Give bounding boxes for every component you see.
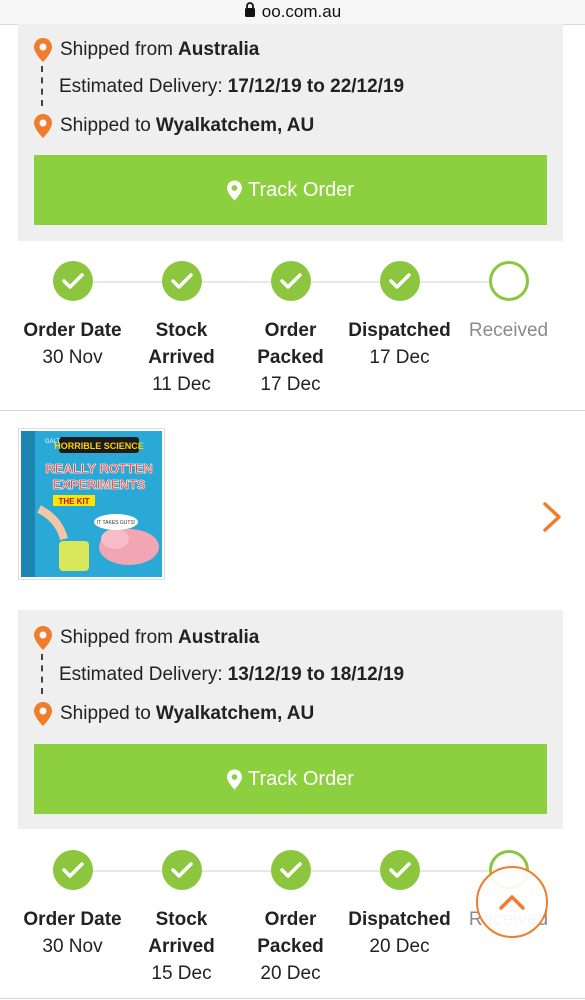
step-name: Dispatched	[348, 909, 451, 930]
track-order-label: Track Order	[248, 178, 354, 201]
map-pin-icon	[227, 180, 243, 200]
step-date: 17 Dec	[369, 347, 430, 368]
step-order-packed: Order Packed 17 Dec	[236, 261, 345, 398]
track-order-button[interactable]: Track Order	[34, 155, 547, 225]
step-date: 20 Dec	[369, 936, 430, 957]
check-icon	[270, 261, 311, 301]
product-series: HORRIBLE SCIENCE	[54, 441, 144, 451]
track-order-button[interactable]: Track Order	[34, 744, 547, 814]
step-name: Order Packed	[257, 909, 324, 957]
pending-circle-icon	[488, 261, 529, 301]
shipped-from-value: Australia	[178, 627, 260, 648]
browser-url-bar[interactable]: oo.com.au	[0, 0, 585, 25]
shipped-to-row: Shipped to Wyalkatchem, AU	[34, 114, 314, 138]
check-icon	[52, 850, 93, 890]
check-icon	[379, 850, 420, 890]
route-dashed-line	[41, 654, 43, 694]
step-stock-arrived: Stock Arrived 11 Dec	[127, 261, 236, 398]
step-date: 17 Dec	[260, 374, 321, 395]
step-name: Order Date	[23, 909, 122, 930]
check-icon	[161, 850, 202, 890]
check-icon	[52, 261, 93, 301]
step-name: Stock Arrived	[148, 320, 215, 368]
step-name: Order Packed	[257, 320, 324, 368]
url-text: oo.com.au	[261, 2, 342, 21]
step-name: Dispatched	[348, 320, 451, 341]
map-pin-icon	[34, 114, 52, 138]
shipped-to-value: Wyalkatchem, AU	[155, 115, 315, 136]
lock-icon	[244, 2, 256, 22]
step-dispatched: Dispatched 20 Dec	[345, 850, 454, 960]
shipped-from-row: Shipped from Australia	[34, 626, 259, 650]
shipped-to-label: Shipped to	[60, 703, 151, 724]
check-icon	[270, 850, 311, 890]
step-order-date: Order Date 30 Nov	[18, 850, 127, 960]
step-order-date: Order Date 30 Nov	[18, 261, 127, 371]
shipped-to-label: Shipped to	[60, 115, 151, 136]
map-pin-icon	[34, 702, 52, 726]
step-date: 20 Dec	[260, 963, 321, 984]
estimated-delivery-value: 13/12/19 to 18/12/19	[227, 664, 405, 685]
product-subtitle: THE KIT	[58, 497, 89, 506]
map-pin-icon	[227, 769, 243, 789]
shipping-info-panel: Shipped from Australia Estimated Deliver…	[18, 610, 563, 829]
step-stock-arrived: Stock Arrived 15 Dec	[127, 850, 236, 987]
step-name: Order Date	[23, 320, 122, 341]
route-dashed-line	[41, 66, 43, 106]
step-date: 30 Nov	[42, 936, 103, 957]
shipped-from-value: Australia	[178, 39, 260, 60]
estimated-delivery-label: Estimated Delivery:	[59, 76, 223, 97]
product-bubble: IT TAKES GUTS!	[97, 520, 135, 526]
step-received: Received	[454, 261, 563, 344]
chevron-up-icon	[499, 895, 525, 910]
step-dispatched: Dispatched 17 Dec	[345, 261, 454, 371]
track-order-label: Track Order	[248, 767, 354, 790]
shipped-to-row: Shipped to Wyalkatchem, AU	[34, 702, 314, 726]
step-name: Stock Arrived	[148, 909, 215, 957]
product-image[interactable]: HORRIBLE SCIENCE GALT REALLY ROTTEN EXPE…	[18, 428, 165, 580]
chevron-right-icon[interactable]	[540, 500, 564, 539]
step-name: Received	[468, 320, 549, 341]
shipped-from-label: Shipped from	[60, 627, 174, 648]
estimated-delivery-value: 17/12/19 to 22/12/19	[227, 76, 405, 97]
map-pin-icon	[34, 38, 52, 62]
product-title-line1: REALLY ROTTEN	[45, 461, 153, 476]
scroll-to-top-button[interactable]	[476, 866, 548, 938]
shipped-from-row: Shipped from Australia	[34, 38, 259, 62]
shipped-from-label: Shipped from	[60, 39, 174, 60]
estimated-delivery-row: Estimated Delivery: 17/12/19 to 22/12/19	[59, 76, 404, 98]
shipping-info-panel: Shipped from Australia Estimated Deliver…	[18, 24, 563, 241]
shipped-to-value: Wyalkatchem, AU	[155, 703, 315, 724]
estimated-delivery-row: Estimated Delivery: 13/12/19 to 18/12/19	[59, 664, 404, 686]
order-progress-tracker: Order Date 30 Nov Stock Arrived 11 Dec O…	[18, 261, 563, 401]
step-date: 11 Dec	[152, 374, 211, 395]
estimated-delivery-label: Estimated Delivery:	[59, 664, 223, 685]
check-icon	[161, 261, 202, 301]
step-date: 30 Nov	[42, 347, 103, 368]
product-brand: GALT	[45, 439, 61, 445]
section-divider	[0, 998, 585, 999]
product-title-line2: EXPERIMENTS	[52, 477, 146, 492]
section-divider	[0, 410, 585, 411]
step-order-packed: Order Packed 20 Dec	[236, 850, 345, 987]
check-icon	[379, 261, 420, 301]
step-date: 15 Dec	[151, 963, 212, 984]
map-pin-icon	[34, 626, 52, 650]
